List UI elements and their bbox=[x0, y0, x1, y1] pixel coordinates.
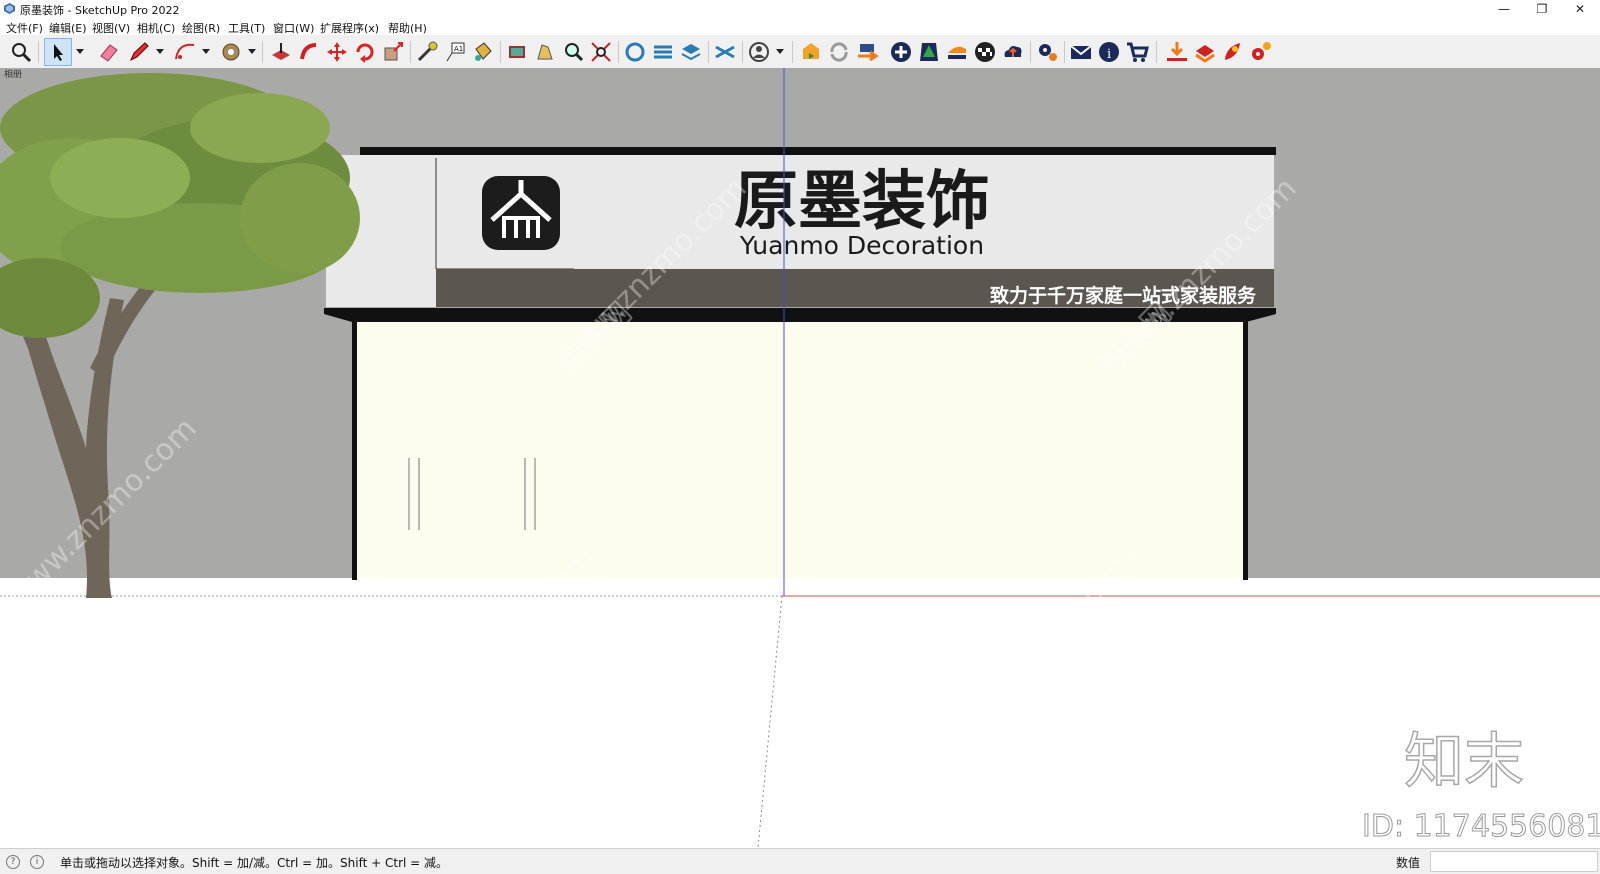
storefront-right-post bbox=[1243, 320, 1248, 580]
door-handle bbox=[418, 458, 420, 530]
ground-plane bbox=[0, 578, 1600, 848]
menu-camera[interactable]: 相机(C) bbox=[137, 20, 175, 36]
cogs-icon[interactable] bbox=[1248, 39, 1274, 65]
status-bar: ? i 单击或拖动以选择对象。Shift = 加/减。Ctrl = 加。Shif… bbox=[0, 848, 1600, 874]
close-button[interactable]: ✕ bbox=[1562, 0, 1598, 18]
zoom-window-icon[interactable] bbox=[560, 39, 586, 65]
chevron-down-icon[interactable] bbox=[202, 47, 210, 55]
shadows-icon[interactable] bbox=[712, 39, 738, 65]
svg-text:A1: A1 bbox=[454, 45, 463, 53]
minimize-button[interactable]: — bbox=[1486, 0, 1522, 18]
chevron-down-icon[interactable] bbox=[248, 47, 256, 55]
menu-help[interactable]: 帮助(H) bbox=[388, 20, 427, 36]
chevron-down-icon[interactable] bbox=[76, 47, 84, 55]
modeling-viewport[interactable]: 原墨装饰 Yuanmo Decoration 致力于千万家庭一站式家装服务 ww… bbox=[0, 68, 1600, 848]
door-handle bbox=[534, 458, 536, 530]
menu-view[interactable]: 视图(V) bbox=[92, 20, 130, 36]
rotate-icon[interactable] bbox=[352, 39, 378, 65]
cloud-upload-icon[interactable] bbox=[1000, 39, 1026, 65]
menu-tools[interactable]: 工具(T) bbox=[228, 20, 265, 36]
status-message: 单击或拖动以选择对象。Shift = 加/减。Ctrl = 加。Shift + … bbox=[60, 856, 449, 870]
add-icon[interactable] bbox=[888, 39, 914, 65]
tape-icon[interactable] bbox=[414, 39, 440, 65]
sign-slogan: 致力于千万家庭一站式家装服务 bbox=[990, 284, 1257, 307]
watermark-logo-cn: 知末 bbox=[1404, 727, 1524, 797]
menu-extensions[interactable]: 扩展程序(x) bbox=[320, 20, 379, 36]
paint-icon[interactable] bbox=[218, 39, 244, 65]
viewport-tag: 相册 bbox=[4, 68, 22, 80]
checker-icon[interactable] bbox=[972, 39, 998, 65]
select-arrow-icon[interactable] bbox=[44, 38, 72, 66]
arc-icon[interactable] bbox=[172, 39, 198, 65]
main-toolbar: A1 i bbox=[0, 35, 1600, 69]
pencil-icon[interactable] bbox=[126, 39, 152, 65]
credits-info-icon[interactable]: i bbox=[30, 855, 44, 869]
scene-canvas[interactable]: 原墨装饰 Yuanmo Decoration 致力于千万家庭一站式家装服务 ww… bbox=[0, 68, 1600, 848]
text-icon[interactable]: A1 bbox=[442, 39, 468, 65]
menu-edit[interactable]: 编辑(E) bbox=[49, 20, 87, 36]
chevron-down-icon[interactable] bbox=[776, 47, 784, 55]
menu-bar: 文件(F) 编辑(E) 视图(V) 相机(C) 绘图(R) 工具(T) 窗口(W… bbox=[0, 18, 1600, 35]
refresh-icon[interactable] bbox=[826, 39, 852, 65]
measurements-input[interactable] bbox=[1430, 851, 1598, 872]
followme-icon[interactable] bbox=[296, 39, 322, 65]
door-handle bbox=[524, 458, 526, 530]
sketchup-logo-icon bbox=[4, 3, 15, 14]
export-icon[interactable] bbox=[854, 39, 880, 65]
orbit-icon[interactable] bbox=[532, 39, 558, 65]
paint-bucket-icon[interactable] bbox=[470, 39, 496, 65]
zoom-icon[interactable] bbox=[8, 39, 34, 65]
geo-location-icon[interactable]: ? bbox=[6, 855, 20, 869]
pushpull-icon[interactable] bbox=[268, 39, 294, 65]
mail-icon[interactable] bbox=[1068, 39, 1094, 65]
zoom-extents-icon[interactable] bbox=[588, 39, 614, 65]
storefront-left-post bbox=[352, 320, 357, 580]
download-icon[interactable] bbox=[1164, 39, 1190, 65]
info-icon[interactable]: i bbox=[1096, 39, 1122, 65]
sign-brand-cn: 原墨装饰 bbox=[734, 165, 990, 239]
styles-icon[interactable] bbox=[678, 39, 704, 65]
restore-button[interactable]: ❐ bbox=[1524, 0, 1560, 18]
move-icon[interactable] bbox=[324, 39, 350, 65]
svg-text:i: i bbox=[1107, 47, 1111, 62]
brand-logo-icon bbox=[482, 176, 560, 250]
extension-icon[interactable] bbox=[1192, 39, 1218, 65]
rocket-icon[interactable] bbox=[1220, 39, 1246, 65]
component-icon[interactable] bbox=[622, 39, 648, 65]
window-title: 原墨装饰 - SketchUp Pro 2022 bbox=[20, 4, 180, 17]
menu-file[interactable]: 文件(F) bbox=[6, 20, 43, 36]
eraser-icon[interactable] bbox=[96, 39, 122, 65]
menu-draw[interactable]: 绘图(R) bbox=[182, 20, 220, 36]
door-handle bbox=[408, 458, 410, 530]
settings-gears-icon[interactable] bbox=[1034, 39, 1060, 65]
sign-top-trim bbox=[360, 147, 1276, 155]
layers-icon[interactable] bbox=[650, 39, 676, 65]
measurements-label: 数值 bbox=[1396, 856, 1421, 870]
watermark-id: ID: 1174556081 bbox=[1362, 809, 1600, 844]
cart-icon[interactable] bbox=[1124, 39, 1150, 65]
tree-icon[interactable] bbox=[916, 39, 942, 65]
user-icon[interactable] bbox=[746, 39, 772, 65]
menu-window[interactable]: 窗口(W) bbox=[273, 20, 314, 36]
title-bar: 原墨装饰 - SketchUp Pro 2022 — ❐ ✕ bbox=[0, 0, 1600, 18]
sign-brand-en: Yuanmo Decoration bbox=[739, 231, 984, 260]
layers-stack-icon[interactable] bbox=[944, 39, 970, 65]
section-icon[interactable] bbox=[504, 39, 530, 65]
warehouse-icon[interactable] bbox=[798, 39, 824, 65]
scale-icon[interactable] bbox=[380, 39, 406, 65]
chevron-down-icon[interactable] bbox=[156, 47, 164, 55]
